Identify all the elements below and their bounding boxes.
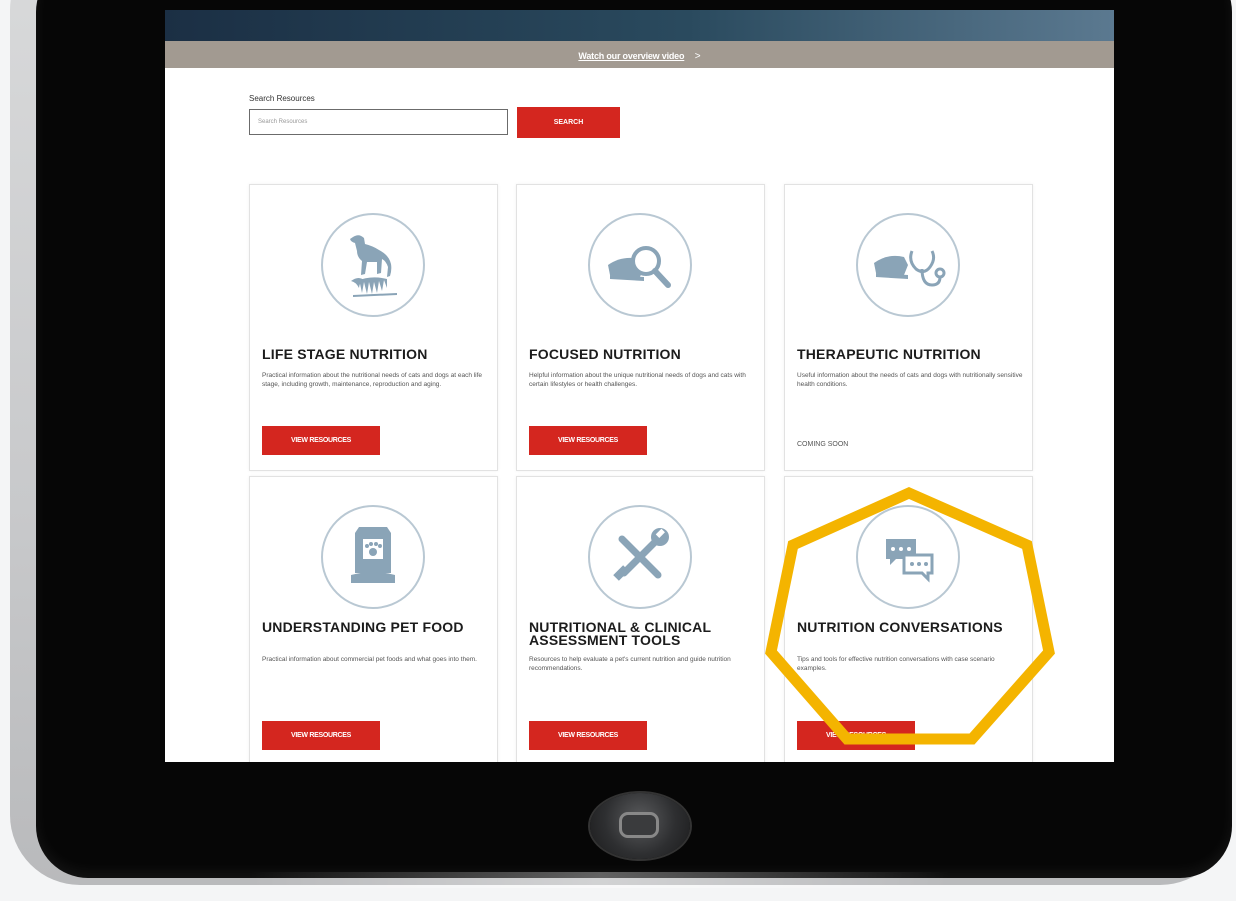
home-button[interactable] [590,793,690,859]
card-description: Useful information about the needs of ca… [797,372,1023,388]
home-button-icon [619,812,659,838]
card-icon-circle [588,213,692,317]
card-icon-circle [321,505,425,609]
pet-food-bag-icon [351,527,395,583]
hero-banner [165,10,1114,41]
food-bowl-stethoscope-icon [874,250,946,287]
card-title: UNDERSTANDING PET FOOD [262,619,464,635]
tablet-screen: Watch our overview video > Search Resour… [165,10,1114,762]
view-resources-button[interactable]: VIEW RESOURCES [262,426,380,455]
card-description: Practical information about the nutritio… [262,372,483,388]
card-description: Helpful information about the unique nut… [529,372,746,388]
chevron-right-icon[interactable]: > [695,51,701,62]
coming-soon-label: COMING SOON [797,441,849,448]
card-icon-circle [856,505,960,609]
card-icon-circle [321,213,425,317]
view-resources-button[interactable]: VIEW RESOURCES [529,426,647,455]
view-resources-button[interactable]: VIEW RESOURCES [529,721,647,750]
card-title: FOCUSED NUTRITION [529,346,681,362]
card-understanding-pet-food: UNDERSTANDING PET FOOD Practical informa… [249,476,498,762]
dog-icon [350,235,397,297]
search-area: Search Resources Search Resources SEARCH [249,94,620,138]
card-title: NUTRITION CONVERSATIONS [797,619,1003,635]
view-resources-button[interactable]: VIEW RESOURCES [797,721,915,750]
card-description: Practical information about commercial p… [262,656,477,663]
search-button[interactable]: SEARCH [517,107,620,138]
chat-bubbles-icon [886,539,934,583]
wrench-screwdriver-icon [613,528,669,581]
card-title: THERAPEUTIC NUTRITION [797,346,981,362]
card-icon-circle [856,213,960,317]
view-resources-button[interactable]: VIEW RESOURCES [262,721,380,750]
card-title: LIFE STAGE NUTRITION [262,346,428,362]
card-nutrition-conversations: NUTRITION CONVERSATIONS Tips and tools f… [784,476,1033,762]
card-description: Tips and tools for effective nutrition c… [797,656,995,672]
overview-video-link[interactable]: Watch our overview video [578,51,684,61]
card-description: Resources to help evaluate a pet's curre… [529,656,731,672]
search-row: Search Resources SEARCH [249,107,620,138]
card-icon-circle [588,505,692,609]
tablet-reflection [250,872,950,888]
food-bowl-magnifier-icon [608,246,671,288]
card-title: NUTRITIONAL & CLINICAL ASSESSMENT TOOLS [529,619,711,648]
search-label: Search Resources [249,94,315,103]
video-bar: Watch our overview video > [165,41,1114,68]
card-assessment-tools: NUTRITIONAL & CLINICAL ASSESSMENT TOOLS … [516,476,765,762]
search-input[interactable]: Search Resources [249,109,508,135]
card-life-stage-nutrition: LIFE STAGE NUTRITION Practical informati… [249,184,498,471]
card-focused-nutrition: FOCUSED NUTRITION Helpful information ab… [516,184,765,471]
card-therapeutic-nutrition: THERAPEUTIC NUTRITION Useful information… [784,184,1033,471]
